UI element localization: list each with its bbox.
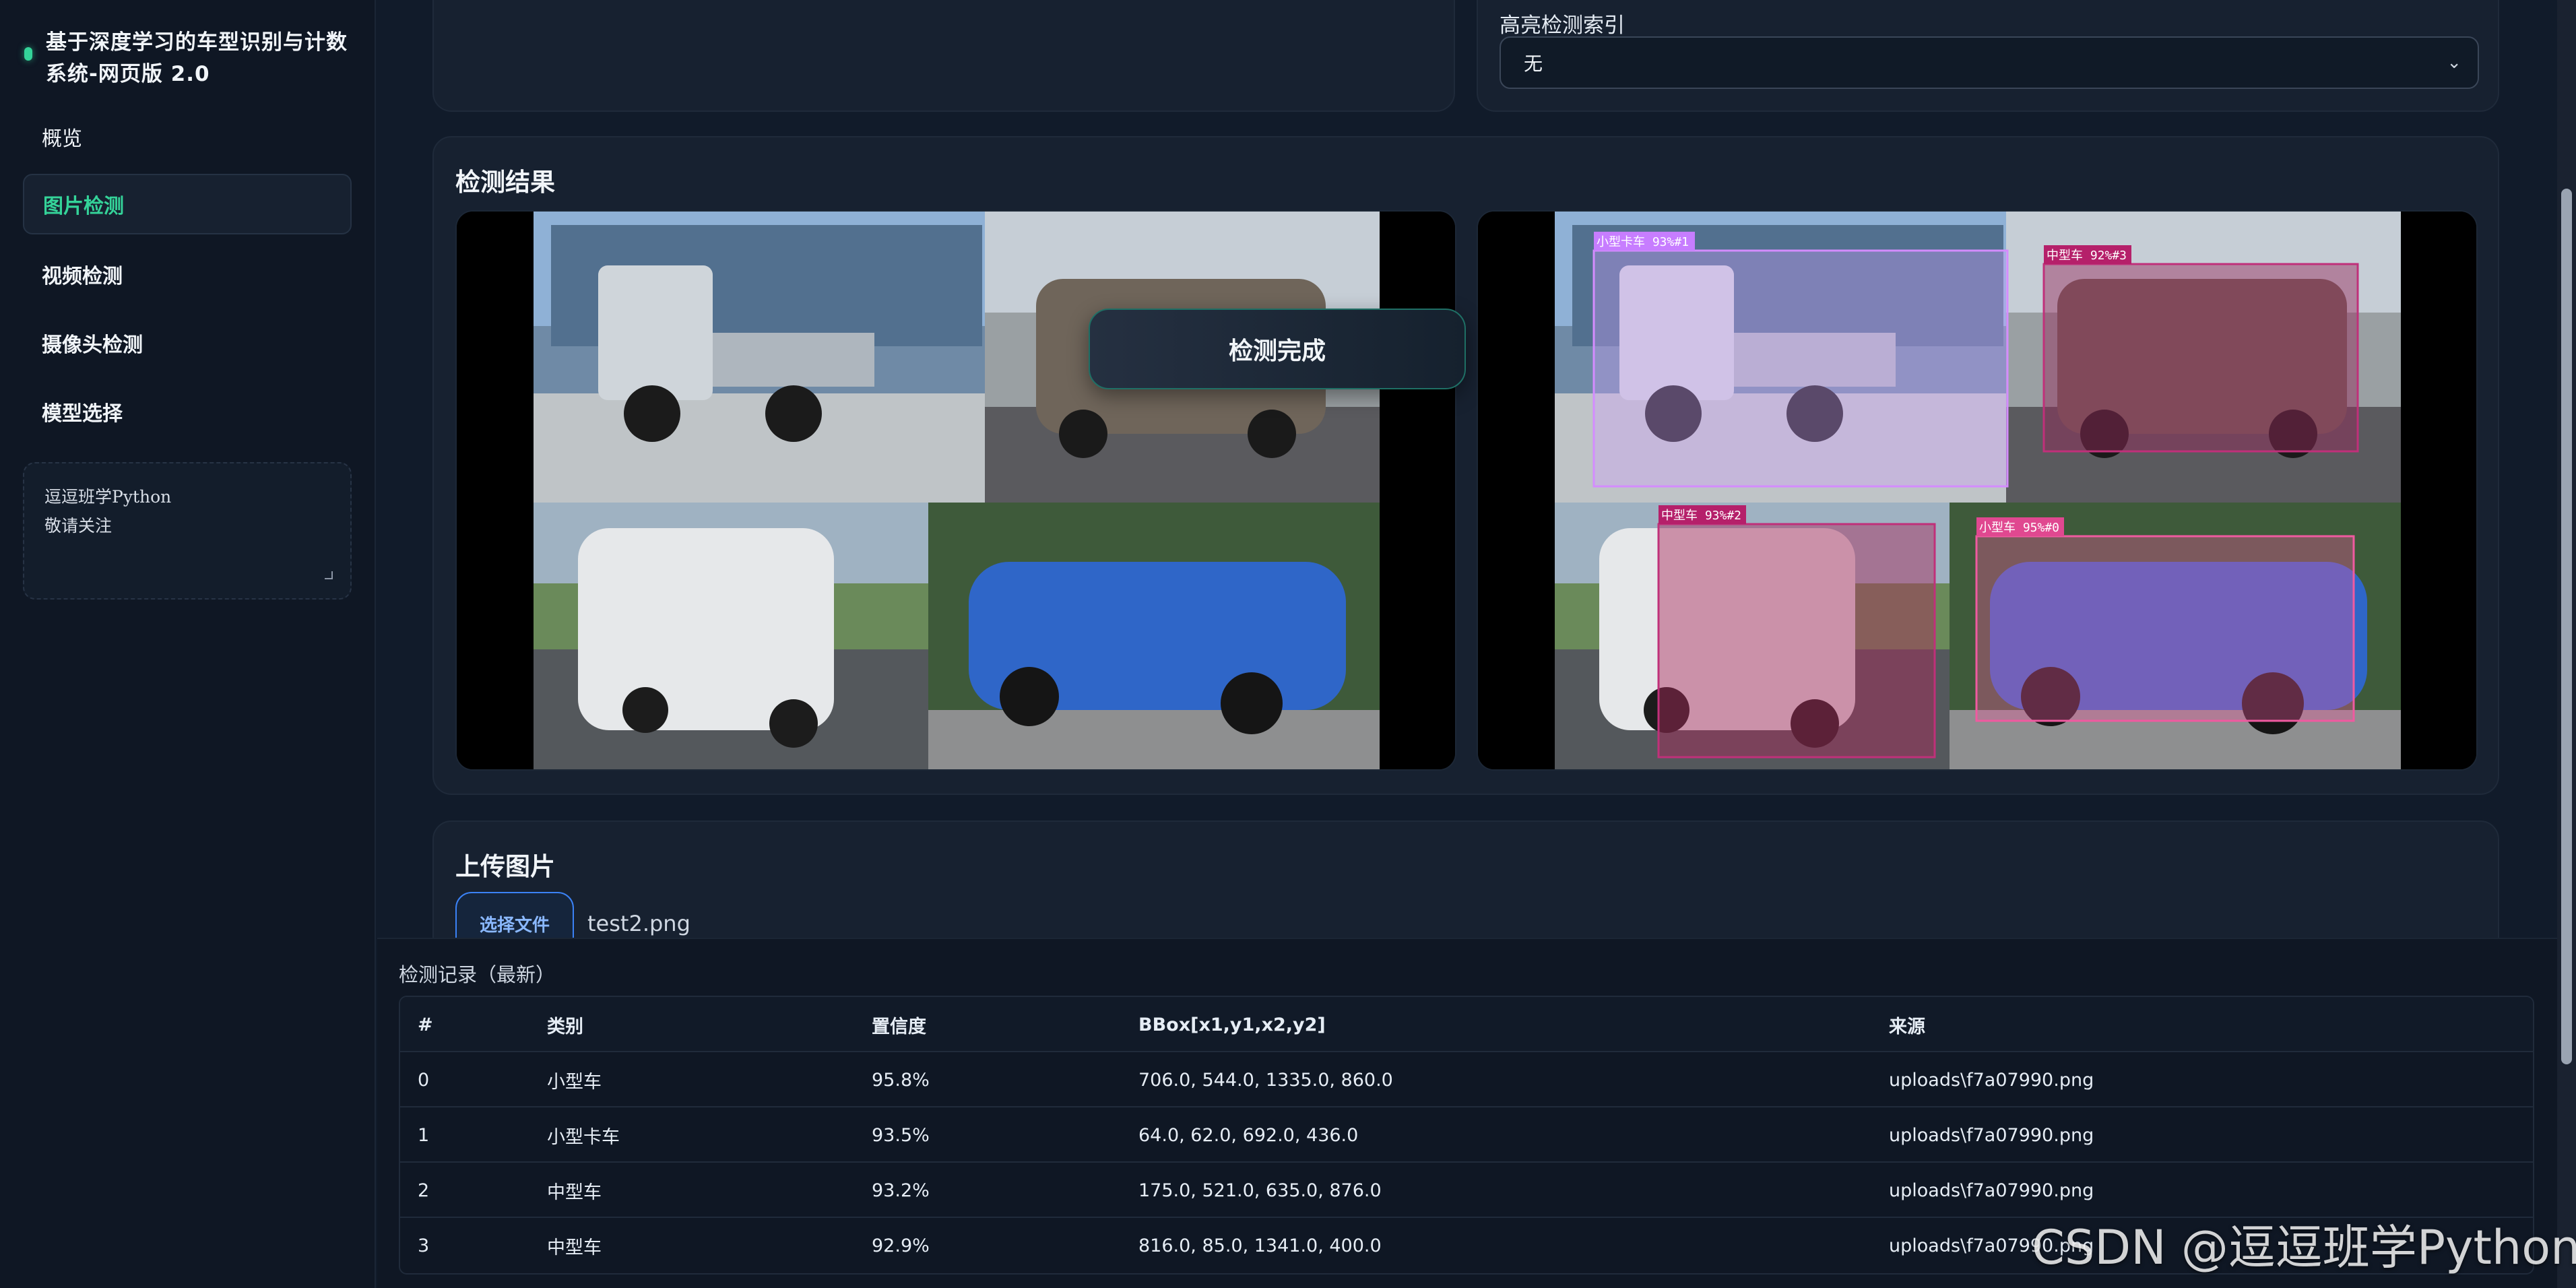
- records-title: 检测记录（最新）: [399, 963, 556, 986]
- top-left-panel: [432, 0, 1455, 112]
- chevron-down-icon: ⌄: [2447, 53, 2461, 73]
- nav-item-model-selection[interactable]: 模型选择: [23, 381, 352, 442]
- cell-class: 中型车: [547, 1237, 602, 1258]
- cell-class: 小型卡车: [547, 1126, 620, 1148]
- cell-bbox: 706.0, 544.0, 1335.0, 860.0: [1138, 1069, 1393, 1091]
- annotated-image-canvas: 小型卡车 93%#1 中型车 92%#3 中型车 93%#2 小型车 95%#0: [1478, 212, 2476, 769]
- selected-file-name: test2.png: [587, 911, 690, 936]
- cell-bbox: 64.0, 62.0, 692.0, 436.0: [1138, 1124, 1359, 1146]
- nav-item-video-detection[interactable]: 视频检测: [23, 244, 352, 304]
- cell-source: uploads\f7a07990.png: [1889, 1124, 2094, 1146]
- header-class: 类别: [547, 1016, 583, 1037]
- cell-index: 0: [418, 1069, 430, 1091]
- status-dot-icon: [24, 47, 32, 61]
- vertical-scrollbar[interactable]: [2557, 0, 2576, 1288]
- cell-class: 小型车: [547, 1071, 602, 1093]
- bbox-label: 中型车 92%#3: [2047, 249, 2127, 263]
- app-title: 基于深度学习的车型识别与计数系统-网页版 2.0: [46, 30, 348, 86]
- header-source: 来源: [1889, 1016, 1925, 1037]
- highlight-index-label: 高亮检测索引: [1500, 13, 1625, 38]
- table-header-row: # 类别 置信度 BBox[x1,y1,x2,y2] 来源: [400, 997, 2533, 1052]
- cell-bbox: 175.0, 521.0, 635.0, 876.0: [1138, 1180, 1382, 1201]
- scrollbar-thumb[interactable]: [2561, 189, 2572, 1064]
- bbox-label: 小型车 95%#0: [1979, 521, 2059, 535]
- nav-item-overview[interactable]: 概览: [23, 106, 352, 167]
- note-box[interactable]: [23, 462, 352, 600]
- original-image-canvas: [457, 212, 1455, 769]
- bbox-white-van: 中型车 93%#2: [1657, 505, 1936, 759]
- table-row[interactable]: 1 小型卡车 93.5% 64.0, 62.0, 692.0, 436.0 up…: [400, 1107, 2533, 1163]
- cell-source: uploads\f7a07990.png: [1889, 1069, 2094, 1091]
- cell-confidence: 93.5%: [872, 1124, 930, 1146]
- original-image: [455, 210, 1456, 771]
- sidebar: 基于深度学习的车型识别与计数系统-网页版 2.0 概览 图片检测 视频检测 摄像…: [0, 0, 376, 1288]
- bbox-blue-suv: 小型车 95%#0: [1975, 517, 2355, 722]
- cell-index: 3: [418, 1235, 430, 1256]
- cell-confidence: 95.8%: [872, 1069, 930, 1091]
- bbox-van-top: 中型车 92%#3: [2042, 245, 2359, 453]
- header-confidence: 置信度: [872, 1016, 926, 1037]
- bbox-label: 中型车 93%#2: [1661, 509, 1741, 523]
- detection-results-title: 检测结果: [455, 168, 555, 197]
- cell-confidence: 92.9%: [872, 1235, 930, 1256]
- bbox-label: 小型卡车 93%#1: [1597, 235, 1689, 249]
- cell-index: 2: [418, 1180, 430, 1201]
- nav-item-image-detection[interactable]: 图片检测: [23, 174, 352, 234]
- header-index: #: [418, 1014, 433, 1035]
- cell-index: 1: [418, 1124, 430, 1146]
- highlight-index-value: 无: [1524, 53, 1543, 75]
- brand: 基于深度学习的车型识别与计数系统-网页版 2.0: [24, 27, 354, 90]
- cell-class: 中型车: [547, 1182, 602, 1203]
- annotated-image: 小型卡车 93%#1 中型车 92%#3 中型车 93%#2 小型车 95%#0: [1477, 210, 2478, 771]
- detection-complete-toast: 检测完成: [1089, 309, 1466, 389]
- highlight-index-select[interactable]: 无 ⌄: [1500, 36, 2479, 89]
- cell-bbox: 816.0, 85.0, 1341.0, 400.0: [1138, 1235, 1382, 1256]
- nav-item-camera-detection[interactable]: 摄像头检测: [23, 313, 352, 373]
- watermark: CSDN @逗逗班学Python: [2032, 1220, 2576, 1275]
- cell-confidence: 93.2%: [872, 1180, 930, 1201]
- table-row[interactable]: 0 小型车 95.8% 706.0, 544.0, 1335.0, 860.0 …: [400, 1052, 2533, 1107]
- note-textarea[interactable]: [24, 463, 350, 598]
- resize-grip-icon[interactable]: [325, 571, 333, 579]
- header-bbox: BBox[x1,y1,x2,y2]: [1138, 1014, 1326, 1035]
- bbox-small-truck: 小型卡车 93%#1: [1592, 232, 2009, 488]
- upload-title: 上传图片: [455, 852, 555, 881]
